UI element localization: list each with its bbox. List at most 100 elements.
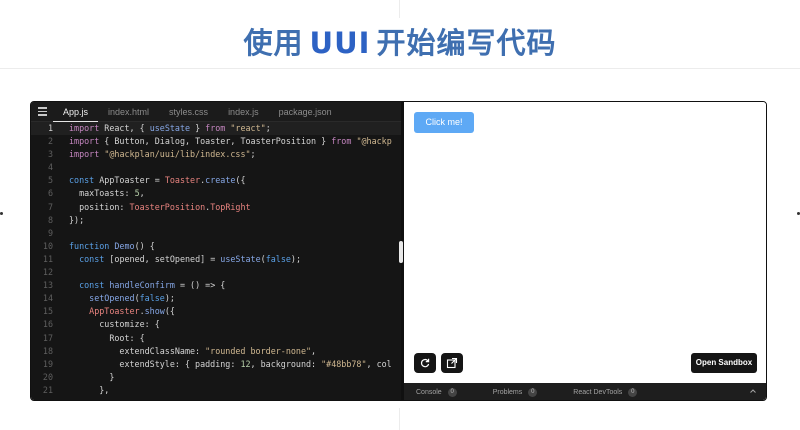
code-text: maxToasts: 5,	[57, 187, 145, 200]
code-text: const [opened, setOpened] = useState(fal…	[57, 253, 301, 266]
count-badge: 0	[528, 388, 538, 397]
code-token: const	[79, 253, 105, 264]
code-token: extendStyle: { padding:	[69, 358, 241, 369]
line-number: 12	[42, 267, 53, 278]
code-text: AppToaster.show({	[57, 305, 175, 318]
line-number: 8	[47, 214, 53, 225]
code-text: position: ToasterPosition.TopRight	[57, 201, 250, 214]
code-text: extendClassName: "rounded border-none",	[57, 345, 316, 358]
code-token: const	[79, 280, 105, 291]
console-tab-label: React DevTools	[573, 389, 623, 396]
code-line: 11 const [opened, setOpened] = useState(…	[31, 253, 401, 266]
line-number: 18	[42, 345, 53, 356]
code-text: import "@hackplan/uui/lib/index.css";	[57, 148, 256, 161]
guide-line-bottom	[399, 408, 400, 430]
line-number: 1	[47, 123, 53, 133]
code-line: 8});	[31, 214, 401, 227]
refresh-button[interactable]	[414, 353, 436, 373]
line-number: 17	[42, 332, 53, 343]
open-sandbox-button[interactable]: Open Sandbox	[691, 353, 757, 373]
click-me-button[interactable]: Click me!	[414, 112, 474, 133]
code-token: 12	[240, 358, 251, 369]
code-token: ,	[139, 188, 145, 199]
code-line: 16 customize: {	[31, 318, 401, 331]
console-tab-problems[interactable]: Problems 0	[493, 388, 538, 397]
code-token: "rounded border-none"	[205, 345, 312, 356]
code-text: import { Button, Dialog, Toaster, Toaste…	[57, 135, 392, 148]
open-new-window-button[interactable]	[441, 353, 463, 373]
code-token: ,	[311, 345, 317, 356]
line-number: 4	[47, 162, 53, 173]
code-text: Root: {	[57, 332, 145, 345]
code-text: });	[57, 214, 84, 227]
count-badge: 0	[447, 388, 457, 397]
console-tabs: Console 0 Problems 0 React DevTools 0	[404, 388, 661, 397]
code-token: );	[164, 293, 175, 304]
code-text: customize: {	[57, 318, 160, 331]
line-number: 7	[47, 201, 53, 212]
file-tab-app-js[interactable]: App.js	[53, 102, 99, 122]
code-token: setOpened	[89, 293, 135, 304]
code-token: useState	[149, 123, 191, 133]
console-tab-react-devtools[interactable]: React DevTools 0	[573, 388, 638, 397]
line-number: 2	[47, 136, 53, 147]
file-tab-index-html[interactable]: index.html	[98, 102, 159, 122]
code-token: [opened, setOpened] =	[104, 253, 221, 264]
code-token: , col	[366, 358, 392, 369]
code-token: false	[265, 253, 291, 264]
code-token: Toaster	[164, 175, 201, 186]
code-token: from	[331, 136, 352, 147]
line-number: 16	[42, 319, 53, 330]
code-token: Root: {	[69, 332, 145, 343]
file-tabs: App.js index.html styles.css index.js packag…	[53, 102, 342, 122]
code-token: const	[69, 175, 95, 186]
code-line: 4	[31, 161, 401, 174]
code-line: 20 }	[31, 371, 401, 384]
code-token: Demo	[114, 240, 135, 251]
code-text: function Demo() {	[57, 240, 155, 253]
code-line: 12	[31, 266, 401, 279]
code-text: const handleConfirm = () => {	[57, 279, 225, 292]
code-token: ;	[265, 123, 271, 133]
code-token: handleConfirm	[109, 280, 175, 291]
line-number: 6	[47, 188, 53, 199]
page-headline: 使用 UUI 开始编写代码	[0, 20, 800, 62]
code-line: 21 },	[31, 384, 401, 397]
code-token: "react"	[230, 123, 266, 133]
line-number: 13	[42, 280, 53, 291]
code-token: ({	[164, 306, 175, 317]
count-badge: 0	[628, 388, 638, 397]
code-token: }	[190, 123, 206, 133]
menu-icon[interactable]	[31, 102, 53, 122]
pane-resize-handle[interactable]	[399, 241, 403, 263]
code-line: 14 setOpened(false);	[31, 292, 401, 305]
chevron-up-icon[interactable]	[749, 387, 757, 395]
code-line: 2 import { Button, Dialog, Toaster, Toast…	[31, 135, 401, 148]
file-tab-styles-css[interactable]: styles.css	[159, 102, 218, 122]
code-area[interactable]: 1 import React, { useState } from "react"…	[31, 122, 401, 400]
code-token: import	[69, 123, 100, 133]
console-tab-console[interactable]: Console 0	[416, 388, 457, 397]
guide-dot-left	[0, 212, 3, 215]
console-scrollbar[interactable]	[404, 400, 714, 401]
line-number: 14	[42, 293, 53, 304]
line-number: 15	[42, 306, 53, 317]
code-sandbox: App.js index.html styles.css index.js packag…	[30, 101, 767, 401]
code-token: );	[290, 253, 301, 264]
code-token: extendClassName:	[69, 345, 206, 356]
file-tab-package-json[interactable]: package.json	[269, 102, 342, 122]
console-bar: Console 0 Problems 0 React DevTools 0	[404, 383, 766, 401]
file-tab-index-js[interactable]: index.js	[218, 102, 269, 122]
code-line: 7 position: ToasterPosition.TopRight	[31, 201, 401, 214]
open-new-window-icon	[446, 357, 458, 369]
line-number: 19	[42, 358, 53, 369]
code-token: function	[69, 240, 110, 251]
headline-suffix: 开始编写代码	[376, 26, 557, 60]
code-token: from	[205, 123, 226, 133]
code-line: 15 AppToaster.show({	[31, 305, 401, 318]
